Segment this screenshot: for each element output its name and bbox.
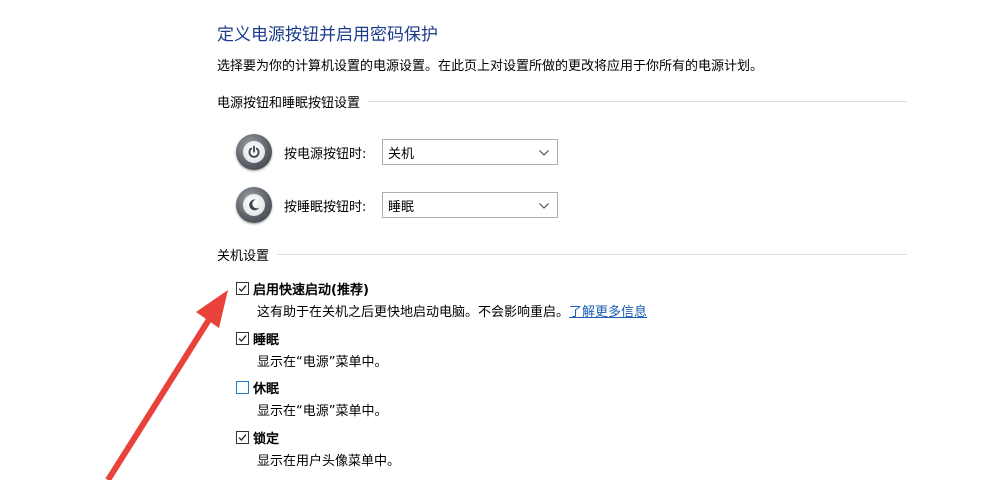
- check-icon: [238, 285, 247, 292]
- sleep-button-action-dropdown[interactable]: 睡眠: [382, 192, 558, 218]
- shutdown-group-header: 关机设置: [217, 245, 907, 264]
- power-button-icon: [236, 134, 272, 170]
- sleep-button-icon: [236, 187, 272, 223]
- check-icon: [238, 434, 247, 441]
- group-divider: [368, 100, 907, 102]
- sleep-option[interactable]: 睡眠: [236, 329, 279, 348]
- power-button-label: 按电源按钮时:: [284, 146, 367, 162]
- sleep-button-label: 按睡眠按钮时:: [284, 199, 367, 215]
- page-title: 定义电源按钮并启用密码保护: [217, 25, 438, 45]
- hibernate-label: 休眠: [253, 382, 280, 397]
- sleep-button-row: 按睡眠按钮时: 睡眠: [236, 185, 576, 225]
- lock-checkbox[interactable]: [236, 431, 249, 444]
- check-icon: [238, 335, 247, 342]
- power-button-action-dropdown[interactable]: 关机: [382, 139, 558, 165]
- power-buttons-group-label: 电源按钮和睡眠按钮设置: [217, 95, 361, 111]
- lock-option[interactable]: 锁定: [236, 428, 279, 447]
- power-button-action-value: 关机: [388, 146, 415, 162]
- power-buttons-group-header: 电源按钮和睡眠按钮设置: [217, 92, 907, 111]
- fast-startup-label: 启用快速启动(推荐): [253, 283, 369, 298]
- fast-startup-description-text: 这有助于在关机之后更快地启动电脑。不会影响重启。: [257, 305, 570, 320]
- chevron-down-icon: [539, 145, 549, 160]
- hibernate-description: 显示在“电源”菜单中。: [257, 404, 388, 419]
- fast-startup-option[interactable]: 启用快速启动(推荐): [236, 279, 369, 298]
- page-description: 选择要为你的计算机设置的电源设置。在此页上对设置所做的更改将应用于你所有的电源计…: [217, 59, 764, 74]
- fast-startup-checkbox[interactable]: [236, 282, 249, 295]
- hibernate-option[interactable]: 休眠: [236, 378, 279, 397]
- lock-description: 显示在用户头像菜单中。: [257, 454, 401, 469]
- learn-more-link[interactable]: 了解更多信息: [569, 305, 647, 320]
- sleep-label: 睡眠: [253, 333, 280, 348]
- chevron-down-icon: [539, 198, 549, 213]
- hibernate-checkbox[interactable]: [236, 381, 249, 394]
- power-button-row: 按电源按钮时: 关机: [236, 132, 576, 172]
- fast-startup-description: 这有助于在关机之后更快地启动电脑。不会影响重启。了解更多信息: [257, 301, 647, 320]
- sleep-button-action-value: 睡眠: [388, 199, 415, 215]
- lock-label: 锁定: [253, 432, 280, 447]
- sleep-description: 显示在“电源”菜单中。: [257, 355, 388, 370]
- sleep-checkbox[interactable]: [236, 332, 249, 345]
- shutdown-group-label: 关机设置: [217, 248, 270, 264]
- group-divider: [277, 253, 907, 255]
